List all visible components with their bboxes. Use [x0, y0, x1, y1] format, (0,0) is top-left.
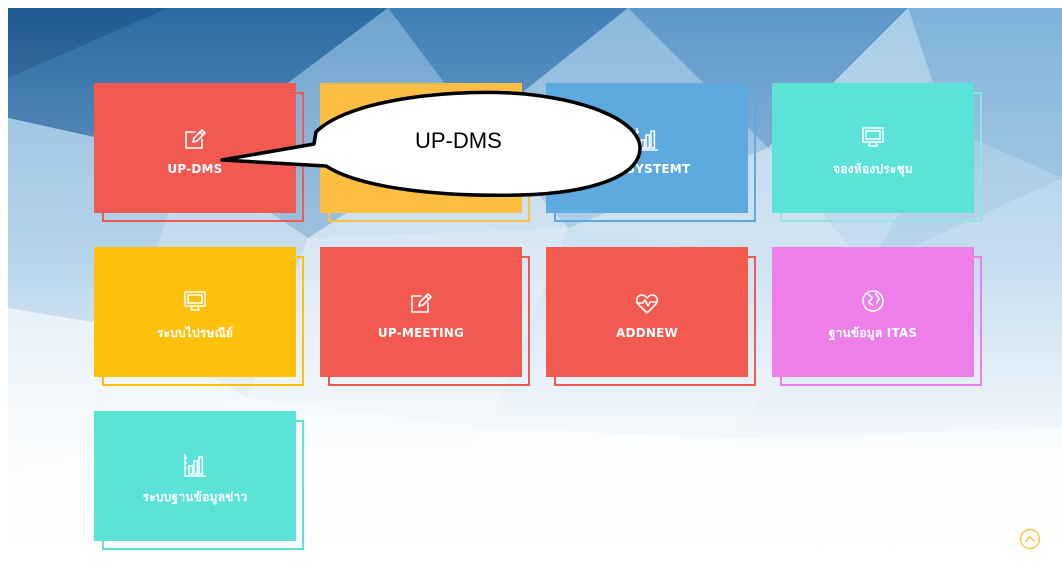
up-meeting-button[interactable]: UP-MEETING — [320, 247, 522, 377]
globe-icon — [860, 288, 886, 314]
heart-pulse-icon — [634, 290, 660, 316]
edit-icon — [408, 290, 434, 316]
scroll-to-top-button[interactable] — [1019, 528, 1041, 550]
monitor-icon — [860, 124, 886, 150]
chevron-up-circle-icon — [1019, 528, 1041, 550]
tile-up-meeting: UP-MEETING — [320, 247, 530, 386]
page-stage: UP-DMS PR SYSTEMT จองห้องประชุม ระบบไปรษ… — [0, 0, 1062, 563]
tile-itas: ฐานข้อมูล ITAS — [772, 247, 982, 386]
meeting-room-button[interactable]: จองห้องประชุม — [772, 83, 974, 213]
callout-text: UP-DMS — [415, 128, 502, 153]
tile-label: UP-MEETING — [377, 326, 465, 340]
tile-label: ฐานข้อมูล ITAS — [828, 325, 918, 340]
callout-bubble: UP-DMS — [200, 80, 650, 200]
monitor-icon — [182, 288, 208, 314]
postal-system-button[interactable]: ระบบไปรษณีย์ — [94, 247, 296, 377]
tile-news-db: ระบบฐานข้อมูลข่าว — [94, 411, 304, 550]
itas-database-button[interactable]: ฐานข้อมูล ITAS — [772, 247, 974, 377]
tile-meeting-room: จองห้องประชุม — [772, 83, 982, 222]
tile-label: ADDNEW — [616, 326, 678, 340]
tile-label: จองห้องประชุม — [833, 161, 913, 176]
tile-label: ระบบไปรษณีย์ — [156, 325, 234, 340]
tile-label: ระบบฐานข้อมูลข่าว — [142, 489, 248, 504]
news-database-button[interactable]: ระบบฐานข้อมูลข่าว — [94, 411, 296, 541]
bar-chart-icon — [182, 452, 208, 478]
addnew-button[interactable]: ADDNEW — [546, 247, 748, 377]
tile-addnew: ADDNEW — [546, 247, 756, 386]
tile-postal: ระบบไปรษณีย์ — [94, 247, 304, 386]
